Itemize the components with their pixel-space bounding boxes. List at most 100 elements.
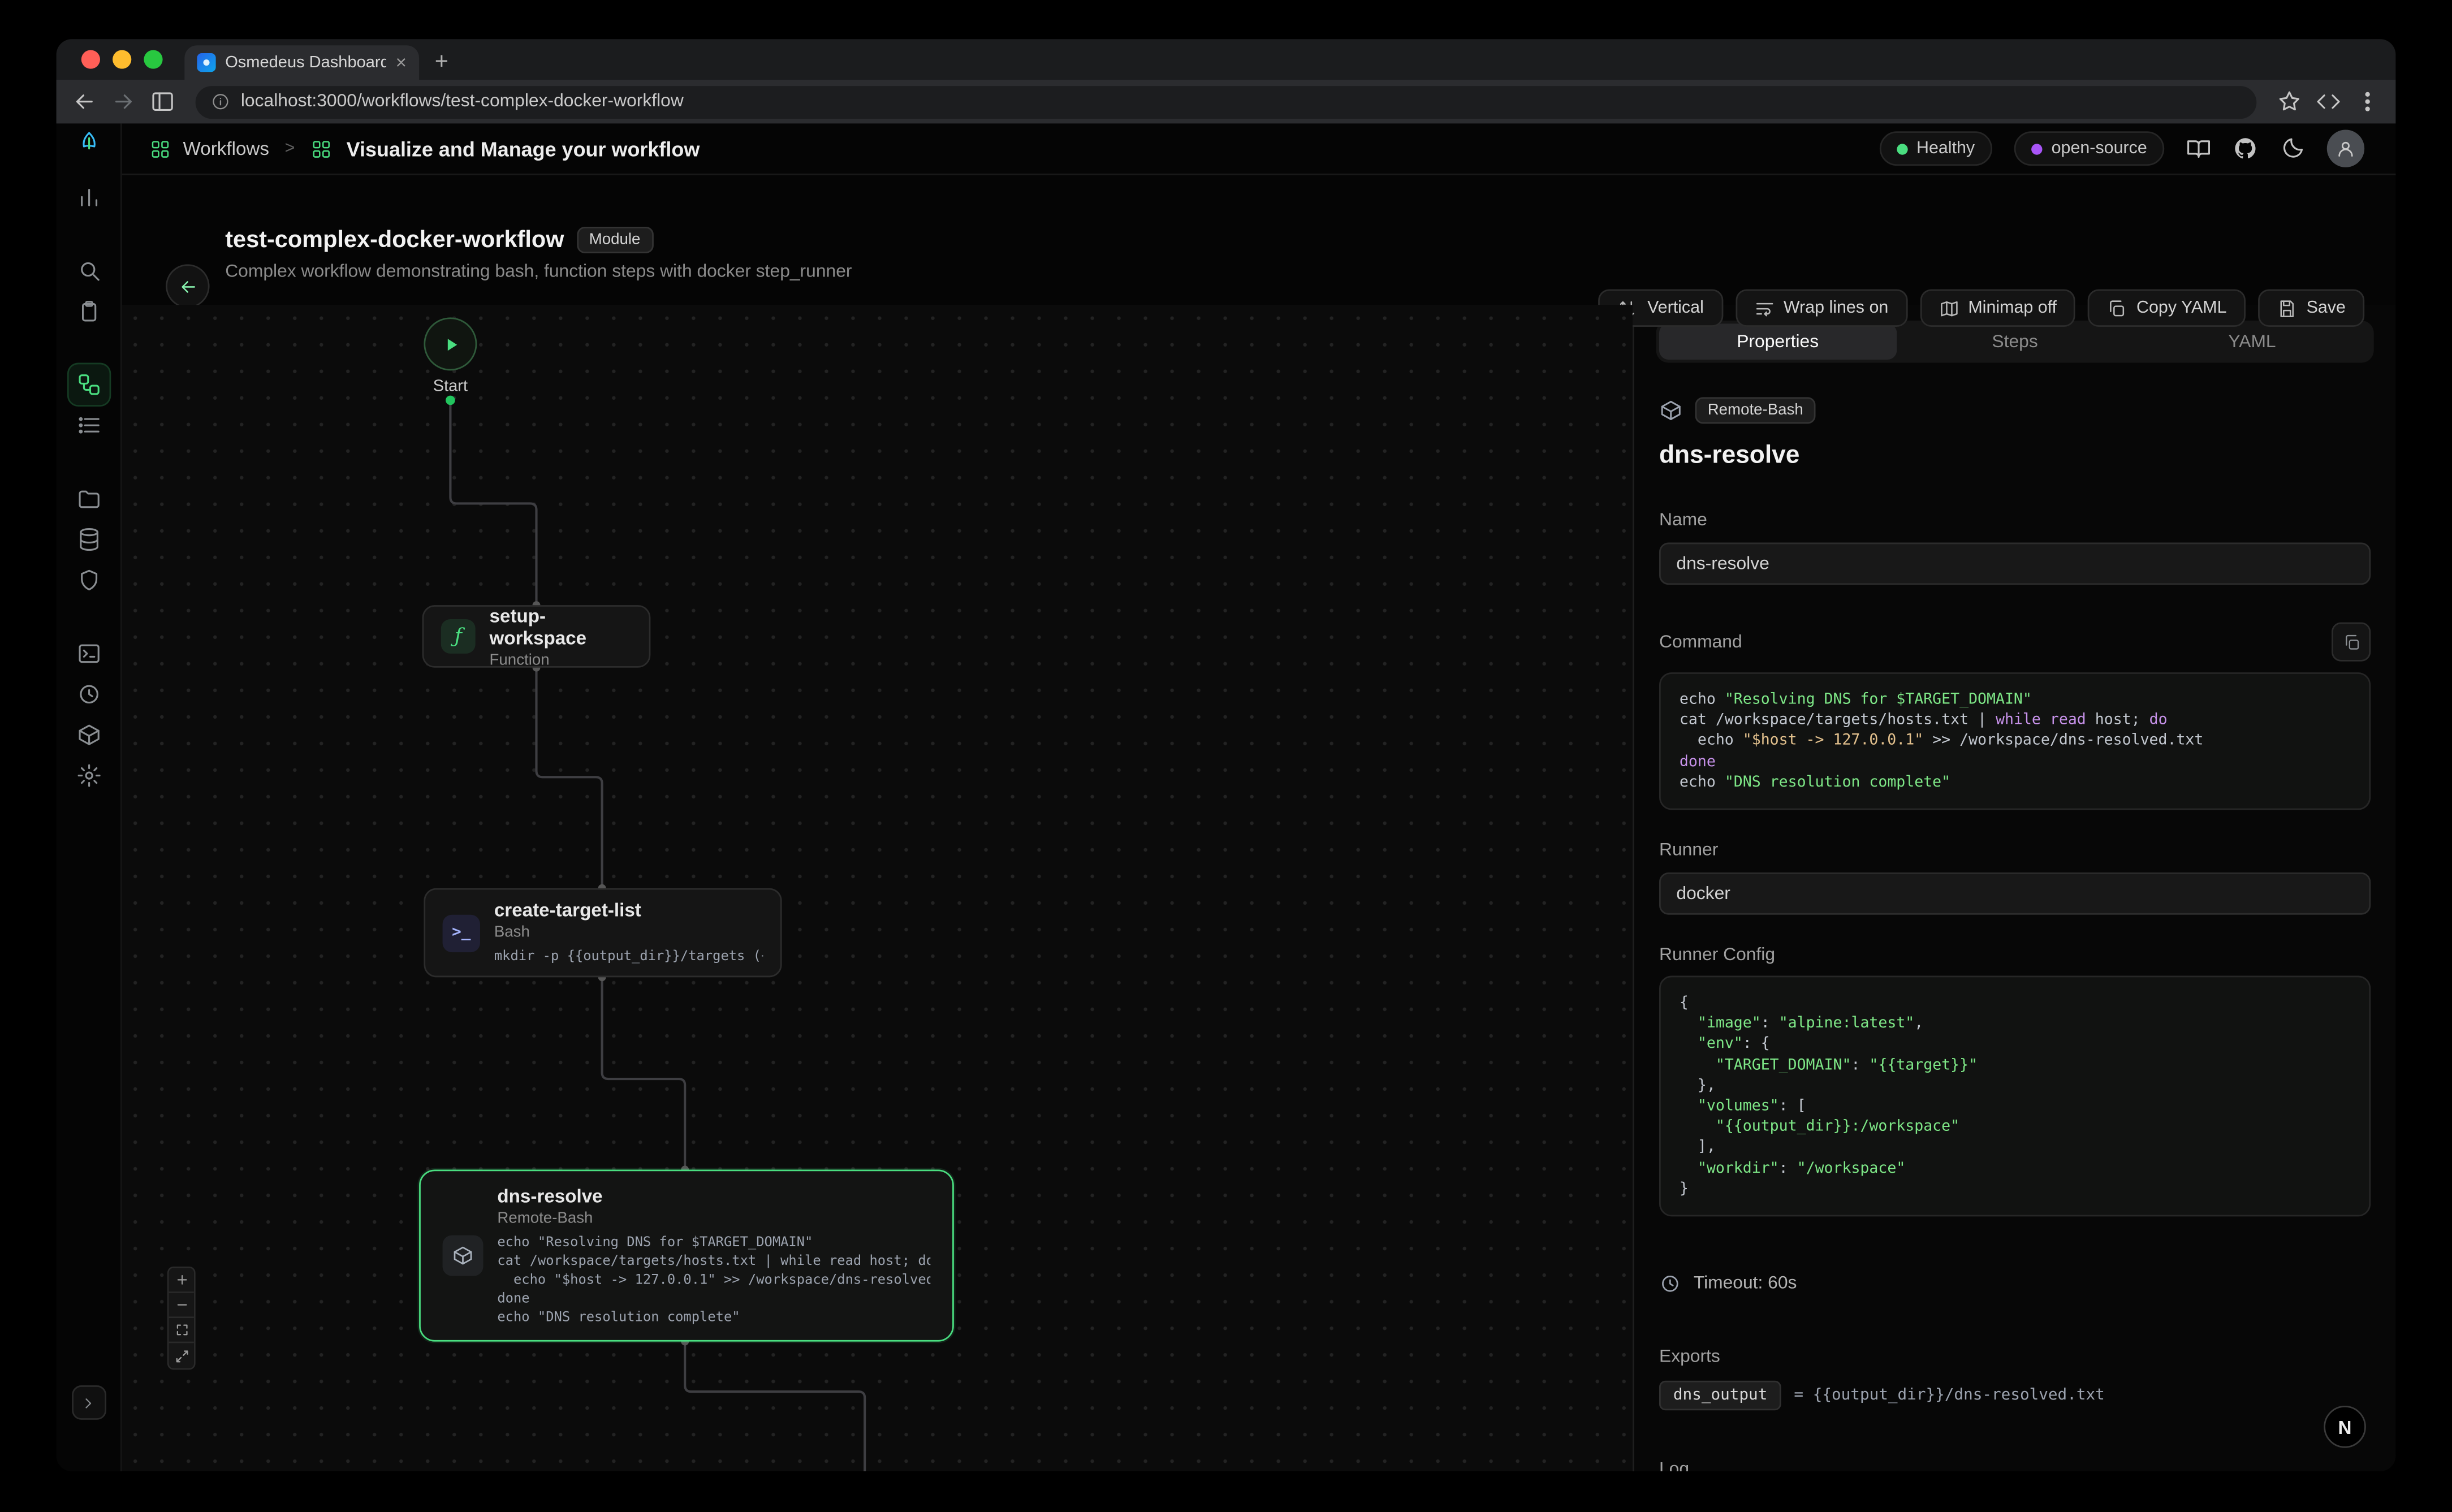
health-status-badge: Healthy: [1879, 131, 1992, 166]
source-dot-icon: [2031, 143, 2042, 154]
command-code-block: echo "Resolving DNS for $TARGET_DOMAIN"c…: [1659, 672, 2371, 810]
sidebar-item-security[interactable]: [73, 564, 104, 595]
workflow-title: test-complex-docker-workflow: [225, 227, 564, 253]
function-icon: ƒ: [441, 619, 476, 654]
tab-title: Osmedeus Dashboard: [225, 53, 386, 72]
sidebar-item-dashboard[interactable]: [73, 182, 104, 213]
breadcrumb-separator: >: [285, 139, 295, 158]
module-badge: Module: [577, 227, 653, 253]
workflow-icon: [76, 372, 101, 397]
save-button[interactable]: Save: [2258, 290, 2364, 327]
wrap-text-icon: [1754, 298, 1774, 318]
chevron-right-icon: [80, 1394, 97, 1411]
wrap-lines-button[interactable]: Wrap lines on: [1735, 290, 1907, 327]
step-title: dns-resolve: [1659, 443, 2371, 471]
open-source-badge: open-source: [2014, 131, 2164, 166]
fit-view-button[interactable]: [169, 1318, 194, 1343]
back-icon[interactable]: [72, 89, 97, 114]
clock-icon: [76, 682, 101, 707]
sidebar-item-tasks[interactable]: [73, 296, 104, 327]
terminal-icon: [76, 641, 101, 666]
name-input[interactable]: dns-resolve: [1659, 543, 2371, 585]
window-controls: [81, 39, 163, 80]
runner-label: Runner: [1659, 841, 2371, 860]
gear-icon: [76, 763, 101, 788]
new-tab-button[interactable]: +: [435, 49, 448, 75]
side-panel-icon[interactable]: [150, 89, 175, 114]
folder-icon: [76, 486, 101, 511]
main-area: Start ƒ setup-workspace Function >_ cr: [122, 305, 2396, 1471]
sidebar-item-workflows[interactable]: [73, 369, 104, 400]
browser-toolbar: localhost:3000/workflows/test-complex-do…: [57, 80, 2396, 123]
node-dns-resolve-selected[interactable]: dns-resolve Remote-Bash echo "Resolving …: [419, 1169, 954, 1341]
node-create-target-list[interactable]: >_ create-target-list Bash mkdir -p {{ou…: [424, 888, 782, 978]
sidebar-item-terminal[interactable]: [73, 638, 104, 669]
tab-close-icon[interactable]: ×: [396, 53, 407, 72]
bookmark-star-icon[interactable]: [2277, 89, 2302, 114]
back-button[interactable]: [166, 264, 209, 308]
runner-config-block: { "image": "alpine:latest", "env": { "TA…: [1659, 976, 2371, 1217]
node-title: setup-workspace: [490, 604, 632, 648]
runner-input[interactable]: docker: [1659, 872, 2371, 915]
export-row: dns_output = {{output_dir}}/dns-resolved…: [1659, 1381, 2371, 1411]
app-header: Workflows > Visualize and Manage your wo…: [122, 123, 2396, 175]
expand-button[interactable]: [169, 1343, 194, 1368]
health-dot-icon: [1896, 143, 1907, 154]
start-node[interactable]: [424, 317, 477, 370]
sidebar-item-database[interactable]: [73, 524, 104, 555]
export-value: = {{output_dir}}/dns-resolved.txt: [1794, 1387, 2104, 1404]
node-setup-workspace[interactable]: ƒ setup-workspace Function: [422, 605, 651, 668]
copy-command-button[interactable]: [2332, 623, 2371, 662]
orientation-label: Vertical: [1647, 299, 1704, 317]
start-node-label: Start: [403, 377, 497, 395]
node-subtitle: Bash: [494, 924, 763, 941]
minimize-window-button[interactable]: [113, 50, 131, 68]
copy-yaml-button[interactable]: Copy YAML: [2088, 290, 2245, 327]
theme-moon-icon[interactable]: [2280, 136, 2305, 161]
sidebar-item-scans[interactable]: [73, 255, 104, 286]
devtools-code-icon[interactable]: [2316, 89, 2341, 114]
browser-menu-icon[interactable]: [2355, 89, 2380, 114]
cube-icon: [443, 1235, 484, 1276]
export-key-chip: dns_output: [1659, 1381, 1781, 1411]
zoom-in-button[interactable]: [169, 1268, 194, 1293]
node-subtitle: Remote-Bash: [497, 1209, 930, 1226]
browser-tab[interactable]: Osmedeus Dashboard ×: [184, 45, 419, 80]
sidebar-item-files[interactable]: [73, 483, 104, 514]
tab-strip: Osmedeus Dashboard × +: [57, 39, 2396, 80]
shield-icon: [76, 568, 101, 593]
arrow-left-icon: [178, 276, 198, 296]
health-label: Healthy: [1916, 139, 1975, 158]
sidebar-item-schedule[interactable]: [73, 679, 104, 710]
minimap-toggle-button[interactable]: Minimap off: [1920, 290, 2076, 327]
docs-book-icon[interactable]: [2186, 136, 2211, 161]
play-icon: [440, 334, 460, 354]
address-bar[interactable]: localhost:3000/workflows/test-complex-do…: [196, 85, 2257, 118]
sidebar-collapse-button[interactable]: [71, 1385, 106, 1420]
avatar[interactable]: [2327, 130, 2364, 167]
grid-icon: [150, 139, 170, 159]
breadcrumb[interactable]: Workflows: [183, 137, 269, 159]
tab-yaml[interactable]: YAML: [2134, 323, 2371, 360]
sidebar-item-logo[interactable]: [73, 127, 104, 158]
tab-properties[interactable]: Properties: [1659, 323, 1896, 360]
sidebar-item-packages[interactable]: [73, 719, 104, 750]
tab-steps[interactable]: Steps: [1896, 323, 2133, 360]
close-window-button[interactable]: [81, 50, 100, 68]
exports-label: Exports: [1659, 1348, 2371, 1367]
forward-icon[interactable]: [111, 89, 136, 114]
runner-config-label: Runner Config: [1659, 946, 2371, 965]
workflow-page-header: test-complex-docker-workflow Module Comp…: [122, 175, 2396, 305]
site-info-icon[interactable]: [211, 92, 230, 111]
maximize-window-button[interactable]: [144, 50, 162, 68]
sidebar-item-modules[interactable]: [73, 410, 104, 441]
node-title: dns-resolve: [497, 1185, 930, 1207]
node-title: create-target-list: [494, 899, 763, 921]
github-icon[interactable]: [2233, 136, 2258, 161]
save-label: Save: [2307, 299, 2346, 317]
workflow-canvas[interactable]: Start ƒ setup-workspace Function >_ cr: [122, 305, 1633, 1471]
zoom-out-button[interactable]: [169, 1293, 194, 1318]
nextjs-dev-badge[interactable]: N: [2324, 1406, 2366, 1448]
tab-favicon-icon: [197, 53, 215, 72]
sidebar-item-settings[interactable]: [73, 760, 104, 791]
